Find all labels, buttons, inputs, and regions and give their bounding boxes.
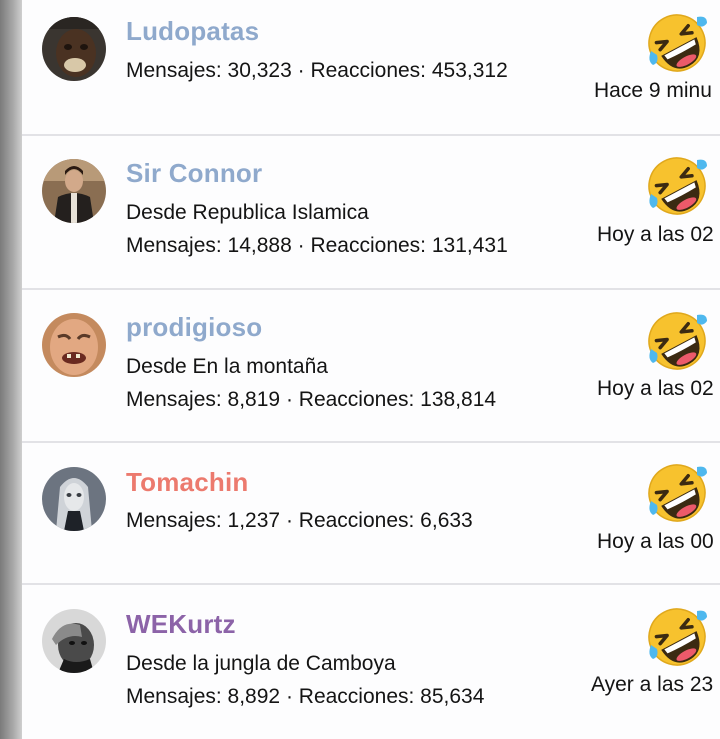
window-left-edge (0, 0, 22, 739)
member-row: WEKurtz Desde la jungla de Camboya Mensa… (22, 585, 720, 739)
member-name[interactable]: WEKurtz (126, 609, 236, 640)
member-location: Desde En la montaña (126, 355, 328, 378)
separator: · (280, 509, 299, 532)
rofl-emoji-icon (645, 11, 709, 75)
member-avatar[interactable] (42, 313, 106, 377)
separator: · (280, 388, 299, 411)
messages-count: Mensajes: 1,237 (126, 509, 281, 532)
member-avatar[interactable] (42, 17, 106, 81)
member-name[interactable]: Ludopatas (126, 16, 259, 47)
member-stats: Mensajes: 14,888 · Reacciones: 131,431 (126, 234, 508, 258)
messages-count: Mensajes: 8,819 (126, 388, 281, 411)
member-row: Ludopatas Mensajes: 30,323 · Reacciones:… (22, 0, 720, 136)
messages-count: Mensajes: 14,888 (126, 234, 292, 257)
member-location: Desde Republica Islamica (126, 201, 369, 224)
reactions-count: Reacciones: 85,634 (298, 685, 485, 708)
member-row: prodigioso Desde En la montaña Mensajes:… (22, 290, 720, 443)
reactions-count: Reacciones: 138,814 (298, 388, 497, 411)
reactions-count: Reacciones: 453,312 (310, 59, 508, 82)
member-row: Tomachin Mensajes: 1,237 · Reacciones: 6… (22, 443, 720, 585)
separator: · (291, 234, 311, 257)
reaction-time: Hoy a las 00 (597, 530, 714, 553)
reaction-time: Hoy a las 02 (597, 223, 714, 246)
rofl-emoji-icon (645, 605, 709, 669)
member-avatar[interactable] (42, 609, 106, 673)
member-stats: Mensajes: 8,819 · Reacciones: 138,814 (126, 388, 496, 412)
member-name[interactable]: prodigioso (126, 312, 262, 343)
messages-count: Mensajes: 8,892 (126, 685, 281, 708)
member-name[interactable]: Tomachin (126, 467, 248, 498)
rofl-emoji-icon (645, 461, 709, 525)
member-stats: Mensajes: 30,323 · Reacciones: 453,312 (126, 59, 508, 83)
reactions-count: Reacciones: 131,431 (310, 234, 508, 257)
separator: · (280, 685, 299, 708)
rofl-emoji-icon (645, 154, 709, 218)
member-stats: Mensajes: 8,892 · Reacciones: 85,634 (126, 685, 484, 709)
reaction-time: Hace 9 minu (594, 79, 712, 102)
member-row: Sir Connor Desde Republica Islamica Mens… (22, 136, 720, 290)
separator: · (291, 59, 311, 82)
member-stats: Mensajes: 1,237 · Reacciones: 6,633 (126, 509, 473, 533)
rofl-emoji-icon (645, 309, 709, 373)
member-location: Desde la jungla de Camboya (126, 652, 396, 675)
member-avatar[interactable] (42, 159, 106, 223)
member-avatar[interactable] (42, 467, 106, 531)
reactions-count: Reacciones: 6,633 (298, 509, 473, 532)
reaction-time: Hoy a las 02 (597, 377, 714, 400)
messages-count: Mensajes: 30,323 (126, 59, 292, 82)
reaction-time: Ayer a las 23 (591, 673, 714, 696)
reactions-list: Ludopatas Mensajes: 30,323 · Reacciones:… (22, 0, 720, 739)
member-name[interactable]: Sir Connor (126, 158, 262, 189)
